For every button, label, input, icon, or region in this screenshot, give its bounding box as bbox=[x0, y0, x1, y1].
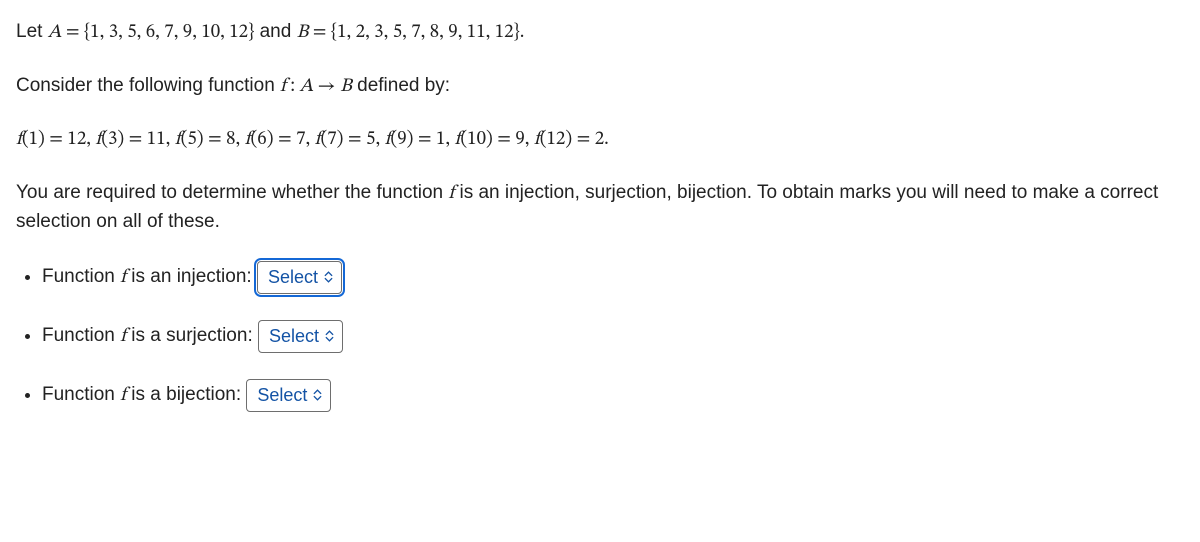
text: Consider the following function bbox=[16, 75, 280, 96]
select-value: Select bbox=[269, 323, 319, 350]
text: Let bbox=[16, 21, 48, 42]
sets-definition: Let A = {1, 3, 5, 6, 7, 9, 10, 12} and B… bbox=[16, 18, 1184, 48]
chevron-updown-icon bbox=[324, 271, 333, 283]
select-bijection[interactable]: Select bbox=[246, 379, 331, 412]
mapping-list: f(1) = 12, f(3) = 11, f(5) = 8, f(6) = 7… bbox=[16, 128, 609, 149]
text: defined by: bbox=[357, 75, 450, 96]
list-item: Function f is a bijection: Select bbox=[42, 379, 1184, 412]
chevron-updown-icon bbox=[313, 389, 322, 401]
period: . bbox=[520, 23, 525, 42]
label-bijection: Function f is a bijection: bbox=[42, 384, 246, 405]
select-value: Select bbox=[257, 382, 307, 409]
list-item: Function f is an injection: Select bbox=[42, 261, 1184, 294]
instructions: You are required to determine whether th… bbox=[16, 179, 1184, 237]
label-injection: Function f is an injection: bbox=[42, 266, 257, 287]
text: and bbox=[260, 21, 297, 42]
select-value: Select bbox=[268, 264, 318, 291]
select-surjection[interactable]: Select bbox=[258, 320, 343, 353]
function-declaration: Consider the following function f : A → … bbox=[16, 72, 1184, 102]
chevron-updown-icon bbox=[325, 330, 334, 342]
function-values: f(1) = 12, f(3) = 11, f(5) = 8, f(6) = 7… bbox=[16, 125, 1184, 155]
text: You are required to determine whether th… bbox=[16, 182, 448, 203]
f-map: f : A → B bbox=[280, 75, 352, 96]
list-item: Function f is a surjection: Select bbox=[42, 320, 1184, 353]
question-list: Function f is an injection: Select Funct… bbox=[16, 261, 1184, 412]
set-A: A = {1, 3, 5, 6, 7, 9, 10, 12} bbox=[48, 23, 255, 42]
label-surjection: Function f is a surjection: bbox=[42, 325, 258, 346]
select-injection[interactable]: Select bbox=[257, 261, 342, 294]
set-B: B = {1, 2, 3, 5, 7, 8, 9, 11, 12} bbox=[297, 23, 520, 42]
